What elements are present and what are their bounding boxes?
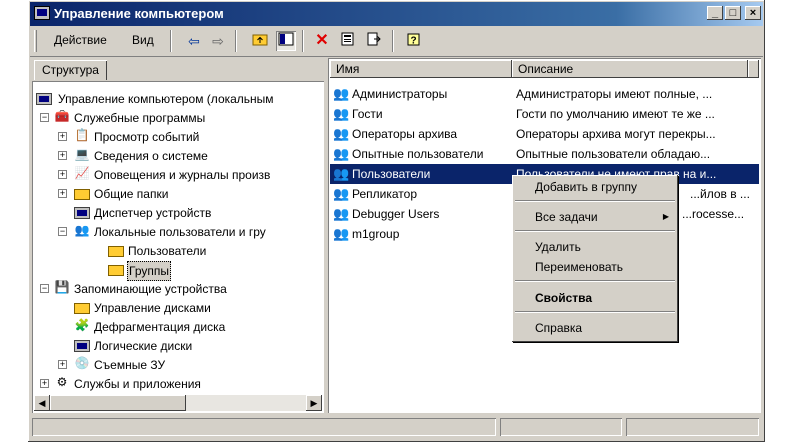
group-icon: 👥 [333,226,350,241]
expand-icon[interactable]: + [58,360,67,369]
expand-icon[interactable]: + [58,151,67,160]
column-header-filler [748,60,759,78]
menu-view[interactable]: Вид [132,33,154,47]
title-bar[interactable]: Управление компьютером _ □ × [30,2,763,26]
tree-horizontal-scrollbar[interactable]: ◀ ▶ [34,395,322,411]
tools-icon: 🧰 [54,109,70,123]
context-menu: Добавить в группу Все задачи ▶ Удалить П… [512,175,678,342]
properties-icon[interactable] [338,31,358,51]
folder-icon [74,303,90,314]
performance-logs-icon: 📈 [74,166,90,180]
toolbar-separator [302,30,304,52]
back-arrow-icon[interactable]: ⇦ [184,31,204,51]
forward-arrow-icon[interactable]: ⇨ [208,31,228,51]
tab-tree[interactable]: Структура [34,60,107,80]
scrollbar-thumb[interactable] [50,395,186,411]
window-title: Управление компьютером [54,6,224,21]
delete-icon[interactable]: ✕ [312,31,332,51]
defrag-icon: 🧩 [74,318,90,332]
submenu-arrow-icon: ▶ [662,212,669,221]
collapse-icon[interactable]: − [58,227,67,236]
scroll-right-arrow-icon[interactable]: ▶ [306,395,322,411]
column-header-name[interactable]: Имя [330,60,512,78]
group-icon: 👥 [333,126,350,141]
console-tree[interactable]: Управление компьютером (локальным − 🧰 Сл… [32,81,324,413]
group-icon: 👥 [333,206,350,221]
list-item[interactable]: 👥 Операторы архива Операторы архива могу… [330,124,759,144]
export-list-icon[interactable] [364,31,384,51]
menu-item-help[interactable]: Справка [515,319,675,337]
tree-tab-area: Структура [30,57,326,80]
open-folder-icon [108,265,124,276]
menu-item-delete[interactable]: Удалить [515,238,675,256]
toolbar-separator [235,30,237,52]
close-button[interactable]: × [745,6,761,20]
menu-separator [515,311,675,313]
device-manager-icon [74,207,90,219]
system-info-icon: 💻 [74,147,90,161]
toolbar-separator [170,30,172,52]
group-icon: 👥 [333,186,350,201]
status-segment [500,418,622,436]
toolbar: Действие Вид ⇦ ⇨ ✕ ? [30,26,763,57]
removable-storage-icon: 💿 [74,356,90,370]
collapse-icon[interactable]: − [40,113,49,122]
up-folder-icon[interactable] [250,31,270,51]
show-hide-tree-icon[interactable] [276,31,296,51]
computer-management-icon [34,6,50,20]
collapse-icon[interactable]: − [40,284,49,293]
drive-icon [74,340,90,352]
menu-action[interactable]: Действие [54,33,107,47]
status-bar [30,416,763,438]
expand-icon[interactable]: + [40,379,49,388]
users-group-icon: 👥 [74,223,90,237]
group-icon: 👥 [333,106,350,121]
event-viewer-icon: 📋 [74,128,90,142]
group-icon: 👥 [333,86,350,101]
status-segment [32,418,496,436]
scroll-left-arrow-icon[interactable]: ◀ [34,395,50,411]
expand-icon[interactable]: + [58,189,67,198]
computer-management-window: Управление компьютером _ □ × Действие Ви… [28,0,765,442]
menu-separator [515,280,675,282]
menu-item-all-tasks[interactable]: Все задачи ▶ [515,208,675,226]
minimize-button[interactable]: _ [707,6,723,20]
menu-item-add-to-group[interactable]: Добавить в группу [515,178,675,196]
list-item[interactable]: 👥 Опытные пользователи Опытные пользоват… [330,144,759,164]
status-segment [626,418,759,436]
computer-icon [36,93,52,105]
menu-item-rename[interactable]: Переименовать [515,258,675,276]
help-icon[interactable]: ? [404,31,424,51]
menu-item-properties[interactable]: Свойства [515,289,675,307]
storage-icon: 💾 [54,280,70,294]
expand-icon[interactable]: + [58,170,67,179]
folder-icon [108,246,124,257]
toolbar-grip[interactable] [34,30,37,52]
folder-icon [74,189,90,200]
group-icon: 👥 [333,146,350,161]
group-icon: 👥 [333,166,350,181]
menu-separator [515,200,675,202]
maximize-button[interactable]: □ [725,6,741,20]
expand-icon[interactable]: + [58,132,67,141]
toolbar-separator [392,30,394,52]
menu-separator [515,230,675,232]
list-item[interactable]: 👥 Администраторы Администраторы имеют по… [330,84,759,104]
list-item[interactable]: 👥 Гости Гости по умолчанию имеют те же .… [330,104,759,124]
svg-text:?: ? [410,36,416,47]
column-header-description[interactable]: Описание [512,60,748,78]
services-icon: ⚙ [56,375,68,389]
